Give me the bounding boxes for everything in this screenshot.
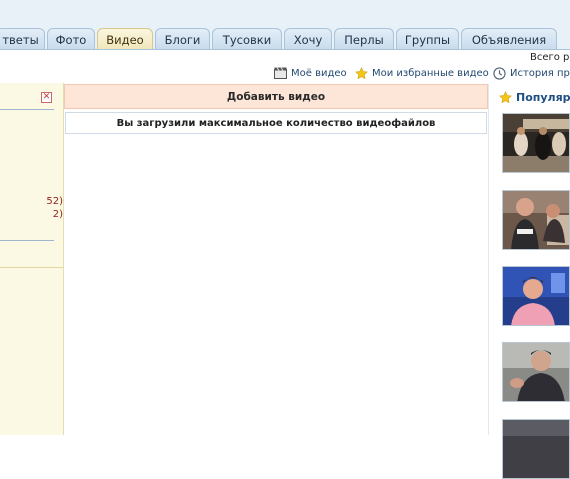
tab-bar-divider	[0, 49, 570, 50]
video-thumbnail-5[interactable]	[502, 419, 570, 479]
my-video-link[interactable]: Моё видео	[274, 66, 347, 80]
divider	[0, 267, 63, 268]
tab-video[interactable]: Видео	[97, 28, 153, 50]
tab-photo[interactable]: Фото	[47, 28, 95, 50]
tab-want[interactable]: Хочу	[284, 28, 332, 50]
tab-label: Перлы	[344, 32, 384, 47]
add-video-button[interactable]: Добавить видео	[64, 84, 488, 109]
tab-blogs[interactable]: Блоги	[155, 28, 210, 50]
tab-label: Фото	[55, 32, 87, 47]
total-count-label: Всего ре	[530, 52, 570, 63]
popular-videos-heading: Популярн	[499, 89, 570, 105]
popular-title: Популярн	[516, 90, 570, 104]
my-favorite-video-link[interactable]: Мои избранные видео	[355, 66, 489, 80]
video-thumbnail-2[interactable]	[502, 190, 570, 250]
left-sidebar-panel: ✕ 52) 2)	[0, 83, 64, 435]
video-thumbnail-3[interactable]	[502, 266, 570, 326]
view-history-label: История про	[510, 67, 570, 79]
tab-label: Группы	[404, 32, 451, 47]
tab-label: Объявления	[471, 32, 547, 47]
tab-parties[interactable]: Тусовки	[212, 28, 282, 50]
tab-label: Блоги	[164, 32, 201, 47]
tab-groups[interactable]: Группы	[396, 28, 459, 50]
my-video-label: Моё видео	[291, 67, 347, 79]
view-history-link[interactable]: История про	[493, 66, 570, 80]
tab-ads[interactable]: Объявления	[461, 28, 557, 50]
divider	[0, 240, 54, 241]
tab-label: тветы	[2, 32, 39, 47]
divider	[0, 109, 54, 110]
column-divider	[488, 84, 489, 435]
clock-icon	[493, 66, 506, 80]
tab-label: Видео	[106, 32, 144, 47]
star-icon	[499, 90, 512, 103]
left-count-1: 52)	[46, 196, 63, 207]
add-video-label: Добавить видео	[226, 90, 326, 103]
upload-limit-message: Вы загрузили максимальное количество вид…	[65, 112, 487, 134]
tab-answers[interactable]: тветы	[0, 28, 45, 50]
my-favorite-video-label: Мои избранные видео	[372, 67, 489, 79]
film-icon	[274, 67, 287, 79]
video-thumbnail-4[interactable]	[502, 342, 570, 402]
left-count-2: 2)	[52, 209, 63, 220]
video-thumbnail-1[interactable]	[502, 113, 570, 173]
section-tab-bar: тветы Фото Видео Блоги Тусовки Хочу Перл…	[0, 0, 570, 50]
tab-label: Хочу	[293, 32, 323, 47]
upload-limit-text: Вы загрузили максимальное количество вид…	[116, 117, 436, 129]
tab-pearls[interactable]: Перлы	[334, 28, 394, 50]
star-icon	[355, 66, 368, 79]
tab-label: Тусовки	[222, 32, 272, 47]
close-icon[interactable]: ✕	[41, 92, 52, 103]
